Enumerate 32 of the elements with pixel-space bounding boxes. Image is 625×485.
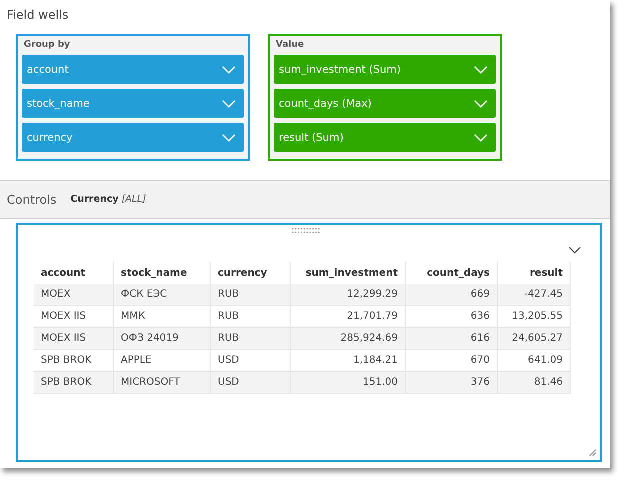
table-cell: MICROSOFT	[114, 372, 210, 394]
chevron-down-icon	[222, 100, 236, 108]
controls-title: Controls	[7, 192, 57, 206]
filter-control[interactable]: Currency [ALL]	[70, 194, 146, 205]
panel-title: Field wells	[6, 7, 70, 24]
table-cell: 12,299.29	[290, 284, 406, 306]
table-cell: RUB	[210, 284, 290, 306]
table-cell: 376	[406, 372, 498, 394]
table-cell: MOEX	[34, 284, 114, 306]
resize-grip-icon[interactable]	[589, 449, 597, 457]
chevron-down-icon	[474, 100, 488, 108]
table-cell: 24,605.27	[498, 328, 570, 350]
table-cell: 81.46	[498, 372, 570, 394]
well-label: Group by	[23, 40, 72, 50]
table-cell: MOEX IIS	[34, 328, 114, 350]
table-cell: ФСК ЕЭС	[114, 284, 210, 306]
chevron-down-icon	[474, 134, 488, 142]
chevron-down-icon	[474, 66, 488, 74]
table-cell: 151.00	[290, 372, 406, 394]
drag-handle-icon[interactable]	[292, 228, 320, 234]
table-cell: ОФЗ 24019	[114, 328, 210, 350]
well-label: Value	[275, 40, 306, 50]
table-cell: RUB	[210, 328, 290, 350]
table-cell: 616	[406, 328, 498, 350]
table-cell: -427.45	[498, 284, 570, 306]
chevron-down-icon	[222, 134, 236, 142]
table-cell: USD	[210, 372, 290, 394]
chevron-down-icon[interactable]	[569, 247, 581, 254]
chevron-down-icon	[222, 66, 236, 74]
table-cell: SPB BROK	[34, 372, 114, 394]
table-cell: 669	[406, 284, 498, 306]
table-cell: 285,924.69	[290, 328, 406, 350]
